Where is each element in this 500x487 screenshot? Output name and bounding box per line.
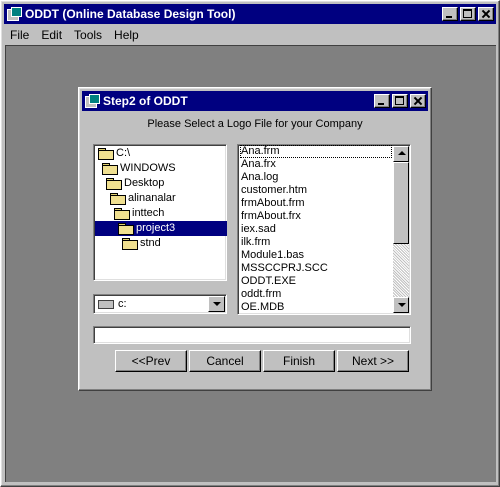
menu-edit[interactable]: Edit xyxy=(35,28,68,42)
dialog-close-button[interactable] xyxy=(410,94,426,108)
maximize-icon xyxy=(463,9,472,18)
file-item[interactable]: frmAbout.frm xyxy=(240,197,392,210)
dialog-app-icon[interactable] xyxy=(85,94,100,108)
close-button[interactable] xyxy=(478,7,494,21)
folder-stnd[interactable]: stnd xyxy=(122,236,161,251)
file-item[interactable]: customer.htm xyxy=(240,184,392,197)
folder-desktop[interactable]: Desktop xyxy=(106,176,164,191)
maximize-icon xyxy=(395,96,404,105)
drive-icon xyxy=(98,300,114,309)
file-item[interactable]: oddt.frm xyxy=(240,288,392,301)
folder-open-icon xyxy=(102,163,118,175)
file-list-box[interactable]: Ana.frm Ana.frx Ana.log customer.htm frm… xyxy=(237,144,411,315)
menu-help[interactable]: Help xyxy=(108,28,145,42)
dialog-title: Step2 of ODDT xyxy=(103,94,188,108)
folder-open-icon xyxy=(98,148,114,160)
folder-closed-icon xyxy=(122,238,138,250)
scroll-up-button[interactable] xyxy=(393,146,409,162)
file-item[interactable]: frmAbout.frx xyxy=(240,210,392,223)
minimize-icon xyxy=(446,16,452,18)
cancel-button[interactable]: Cancel xyxy=(189,350,261,372)
maximize-button[interactable] xyxy=(460,7,476,21)
finish-button[interactable]: Finish xyxy=(263,350,335,372)
folder-c-root[interactable]: C:\ xyxy=(98,146,130,161)
drive-dropdown-button[interactable] xyxy=(208,296,225,312)
chevron-up-icon xyxy=(398,151,406,155)
folder-tree[interactable]: C:\ WINDOWS Desktop alinanalar inttech p… xyxy=(93,144,227,281)
menu-file[interactable]: File xyxy=(4,28,35,42)
file-item[interactable]: MSSCCPRJ.SCC xyxy=(240,262,392,275)
folder-open-icon xyxy=(114,208,130,220)
drive-select[interactable]: c: xyxy=(93,294,227,314)
dialog-maximize-button[interactable] xyxy=(392,94,408,108)
drive-value: c: xyxy=(118,298,127,310)
folder-open-icon xyxy=(118,223,134,235)
next-button[interactable]: Next >> xyxy=(337,350,409,372)
nav-button-row: <<Prev Cancel Finish Next >> xyxy=(115,350,411,372)
file-item[interactable]: Ana.frx xyxy=(240,158,392,171)
menu-tools[interactable]: Tools xyxy=(68,28,108,42)
folder-open-icon xyxy=(110,193,126,205)
minimize-button[interactable] xyxy=(442,7,458,21)
instruction-label: Please Select a Logo File for your Compa… xyxy=(147,118,363,130)
window-title: ODDT (Online Database Design Tool) xyxy=(25,7,236,21)
file-item[interactable]: Module1.bas xyxy=(240,249,392,262)
file-list-scrollbar[interactable] xyxy=(393,146,409,313)
file-item[interactable]: ilk.frm xyxy=(240,236,392,249)
dialog-titlebar[interactable]: Step2 of ODDT xyxy=(82,91,428,111)
file-item[interactable]: OE.MDB xyxy=(240,301,392,314)
scroll-thumb[interactable] xyxy=(393,162,409,244)
prev-button[interactable]: <<Prev xyxy=(115,350,187,372)
selected-file-field[interactable] xyxy=(93,326,411,344)
dialog-minimize-button[interactable] xyxy=(374,94,390,108)
file-item[interactable]: Ana.frm xyxy=(240,145,392,158)
file-item[interactable]: ODDT.EXE xyxy=(240,275,392,288)
app-icon[interactable] xyxy=(7,7,22,21)
folder-open-icon xyxy=(106,178,122,190)
minimize-icon xyxy=(378,103,384,105)
folder-windows[interactable]: WINDOWS xyxy=(102,161,176,176)
folder-inttech[interactable]: inttech xyxy=(114,206,164,221)
file-list: Ana.frm Ana.frx Ana.log customer.htm frm… xyxy=(240,145,392,314)
menu-bar: File Edit Tools Help xyxy=(4,25,496,44)
folder-alinanalar[interactable]: alinanalar xyxy=(110,191,176,206)
chevron-down-icon xyxy=(398,303,406,307)
chevron-down-icon xyxy=(213,302,221,306)
step2-dialog: Step2 of ODDT Please Select a Logo File … xyxy=(78,87,432,391)
main-titlebar[interactable]: ODDT (Online Database Design Tool) xyxy=(4,4,496,24)
file-item[interactable]: Ana.log xyxy=(240,171,392,184)
scroll-down-button[interactable] xyxy=(393,297,409,313)
folder-project3[interactable]: project3 xyxy=(118,221,175,236)
file-item[interactable]: iex.sad xyxy=(240,223,392,236)
